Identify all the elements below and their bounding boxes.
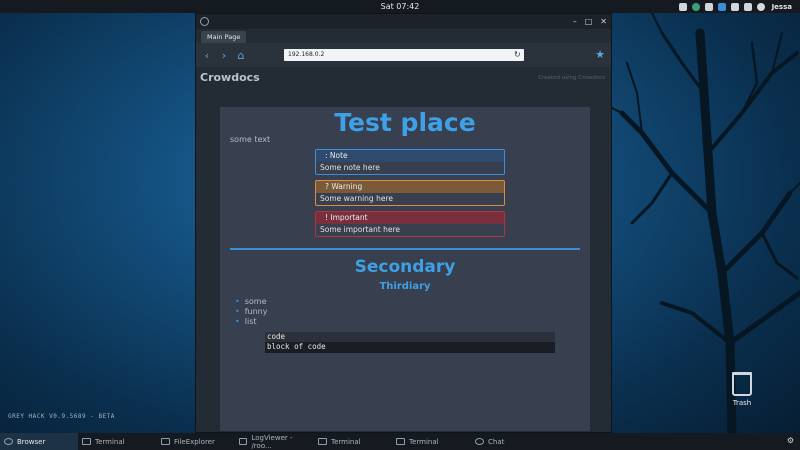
top-bar: Sat 07:42 Jessa [0, 0, 800, 13]
folder-icon [161, 438, 170, 445]
bullet-list: some funny list [235, 297, 268, 327]
code-block: code block of code [265, 332, 555, 353]
mail-icon[interactable] [704, 2, 713, 11]
taskbar-label: FileExplorer [174, 437, 215, 446]
window-controls: – □ ✕ [573, 17, 607, 26]
chat-icon [475, 438, 484, 445]
code-line: block of code [267, 342, 326, 351]
tab-bar: Main Page [196, 29, 611, 43]
screen-icon[interactable] [678, 2, 687, 11]
terminal-icon [82, 438, 91, 445]
site-title: Crowdocs [200, 71, 260, 84]
taskbar-item-terminal-3[interactable]: Terminal [392, 433, 471, 450]
taskbar-label: LogViewer - /roo... [251, 433, 293, 450]
user-icon [756, 2, 765, 11]
taskbar-label: Terminal [95, 437, 125, 446]
taskbar-item-terminal-2[interactable]: Terminal [314, 433, 392, 450]
list-item: list [235, 317, 267, 327]
globe-icon [4, 438, 13, 445]
taskbar-item-fileexplorer[interactable]: FileExplorer [157, 433, 235, 450]
globe-icon [200, 17, 209, 26]
site-header: Crowdocs Created using Crowdocs [196, 67, 611, 89]
important-icon: ! [325, 213, 329, 222]
terminal-icon [396, 438, 405, 445]
close-button[interactable]: ✕ [600, 17, 607, 26]
browser-window: – □ ✕ Main Page ‹ › ⌂ 192.168.0.2 ↻ ★ Cr… [195, 13, 612, 433]
intro-text: some text [230, 135, 271, 144]
minimize-button[interactable]: – [573, 17, 577, 26]
callout-title: Note [329, 151, 348, 160]
warning-callout: ? Warning Some warning here [315, 180, 505, 206]
settings-icon[interactable]: ⚙ [787, 436, 794, 445]
bookmark-star-icon[interactable]: ★ [595, 48, 605, 61]
callout-title: Warning [331, 182, 363, 191]
navigation-bar: ‹ › ⌂ 192.168.0.2 ↻ ★ [196, 43, 611, 67]
taskbar-item-terminal[interactable]: Terminal [78, 433, 157, 450]
callout-header: ! Important [316, 212, 504, 224]
callout-body: Some warning here [320, 194, 393, 203]
taskbar-label: Chat [488, 437, 505, 446]
taskbar-item-browser[interactable]: Browser [0, 433, 78, 450]
tertiary-heading: Thirdiary [379, 281, 431, 292]
trash-label: Trash [732, 399, 752, 407]
taskbar-label: Terminal [409, 437, 439, 446]
user-name[interactable]: Jessa [772, 3, 792, 11]
version-label: GREY HACK V0.9.5689 - BETA [8, 413, 115, 420]
clipboard-icon[interactable] [717, 2, 726, 11]
system-tray: Jessa [678, 0, 792, 13]
callout-header: ? Warning [316, 181, 504, 193]
list-item: funny [235, 307, 268, 317]
note-callout: : Note Some note here [315, 149, 505, 175]
network-icon[interactable] [691, 2, 700, 11]
callout-body: Some important here [320, 225, 400, 234]
tree-wallpaper-graphic [612, 13, 800, 433]
forward-arrow-icon[interactable]: › [219, 49, 229, 62]
important-callout: ! Important Some important here [315, 211, 505, 237]
page-heading: Test place [334, 108, 476, 137]
log-icon [239, 438, 248, 445]
code-line: code [265, 332, 555, 342]
secondary-heading: Secondary [354, 257, 456, 277]
callout-body: Some note here [320, 163, 380, 172]
window-titlebar[interactable]: – □ ✕ [196, 14, 611, 29]
trash-icon [732, 372, 752, 396]
trash-desktop-icon[interactable]: Trash [725, 372, 759, 407]
warning-icon: ? [325, 182, 329, 191]
note-icon: : [325, 151, 328, 160]
url-input[interactable]: 192.168.0.2 [284, 49, 524, 61]
list-item: some [235, 297, 267, 307]
taskbar-label: Browser [17, 437, 46, 446]
taskbar: Browser Terminal FileExplorer LogViewer … [0, 433, 800, 450]
section-divider [230, 248, 580, 250]
site-credit: Created using Crowdocs [538, 75, 605, 81]
back-arrow-icon[interactable]: ‹ [202, 49, 212, 62]
callout-title: Important [330, 213, 368, 222]
callout-header: : Note [316, 150, 504, 162]
taskbar-item-logviewer[interactable]: LogViewer - /roo... [235, 433, 314, 450]
home-icon[interactable]: ⌂ [236, 49, 246, 62]
screen-icon-2[interactable] [743, 2, 752, 11]
reload-icon[interactable]: ↻ [514, 50, 521, 59]
taskbar-item-chat[interactable]: Chat [471, 433, 549, 450]
page-content: Test place some text : Note Some note he… [220, 107, 590, 431]
chat-bubble-icon[interactable] [730, 2, 739, 11]
taskbar-label: Terminal [331, 437, 361, 446]
tab-main-page[interactable]: Main Page [201, 31, 247, 43]
terminal-icon [318, 438, 327, 445]
maximize-button[interactable]: □ [585, 17, 593, 26]
